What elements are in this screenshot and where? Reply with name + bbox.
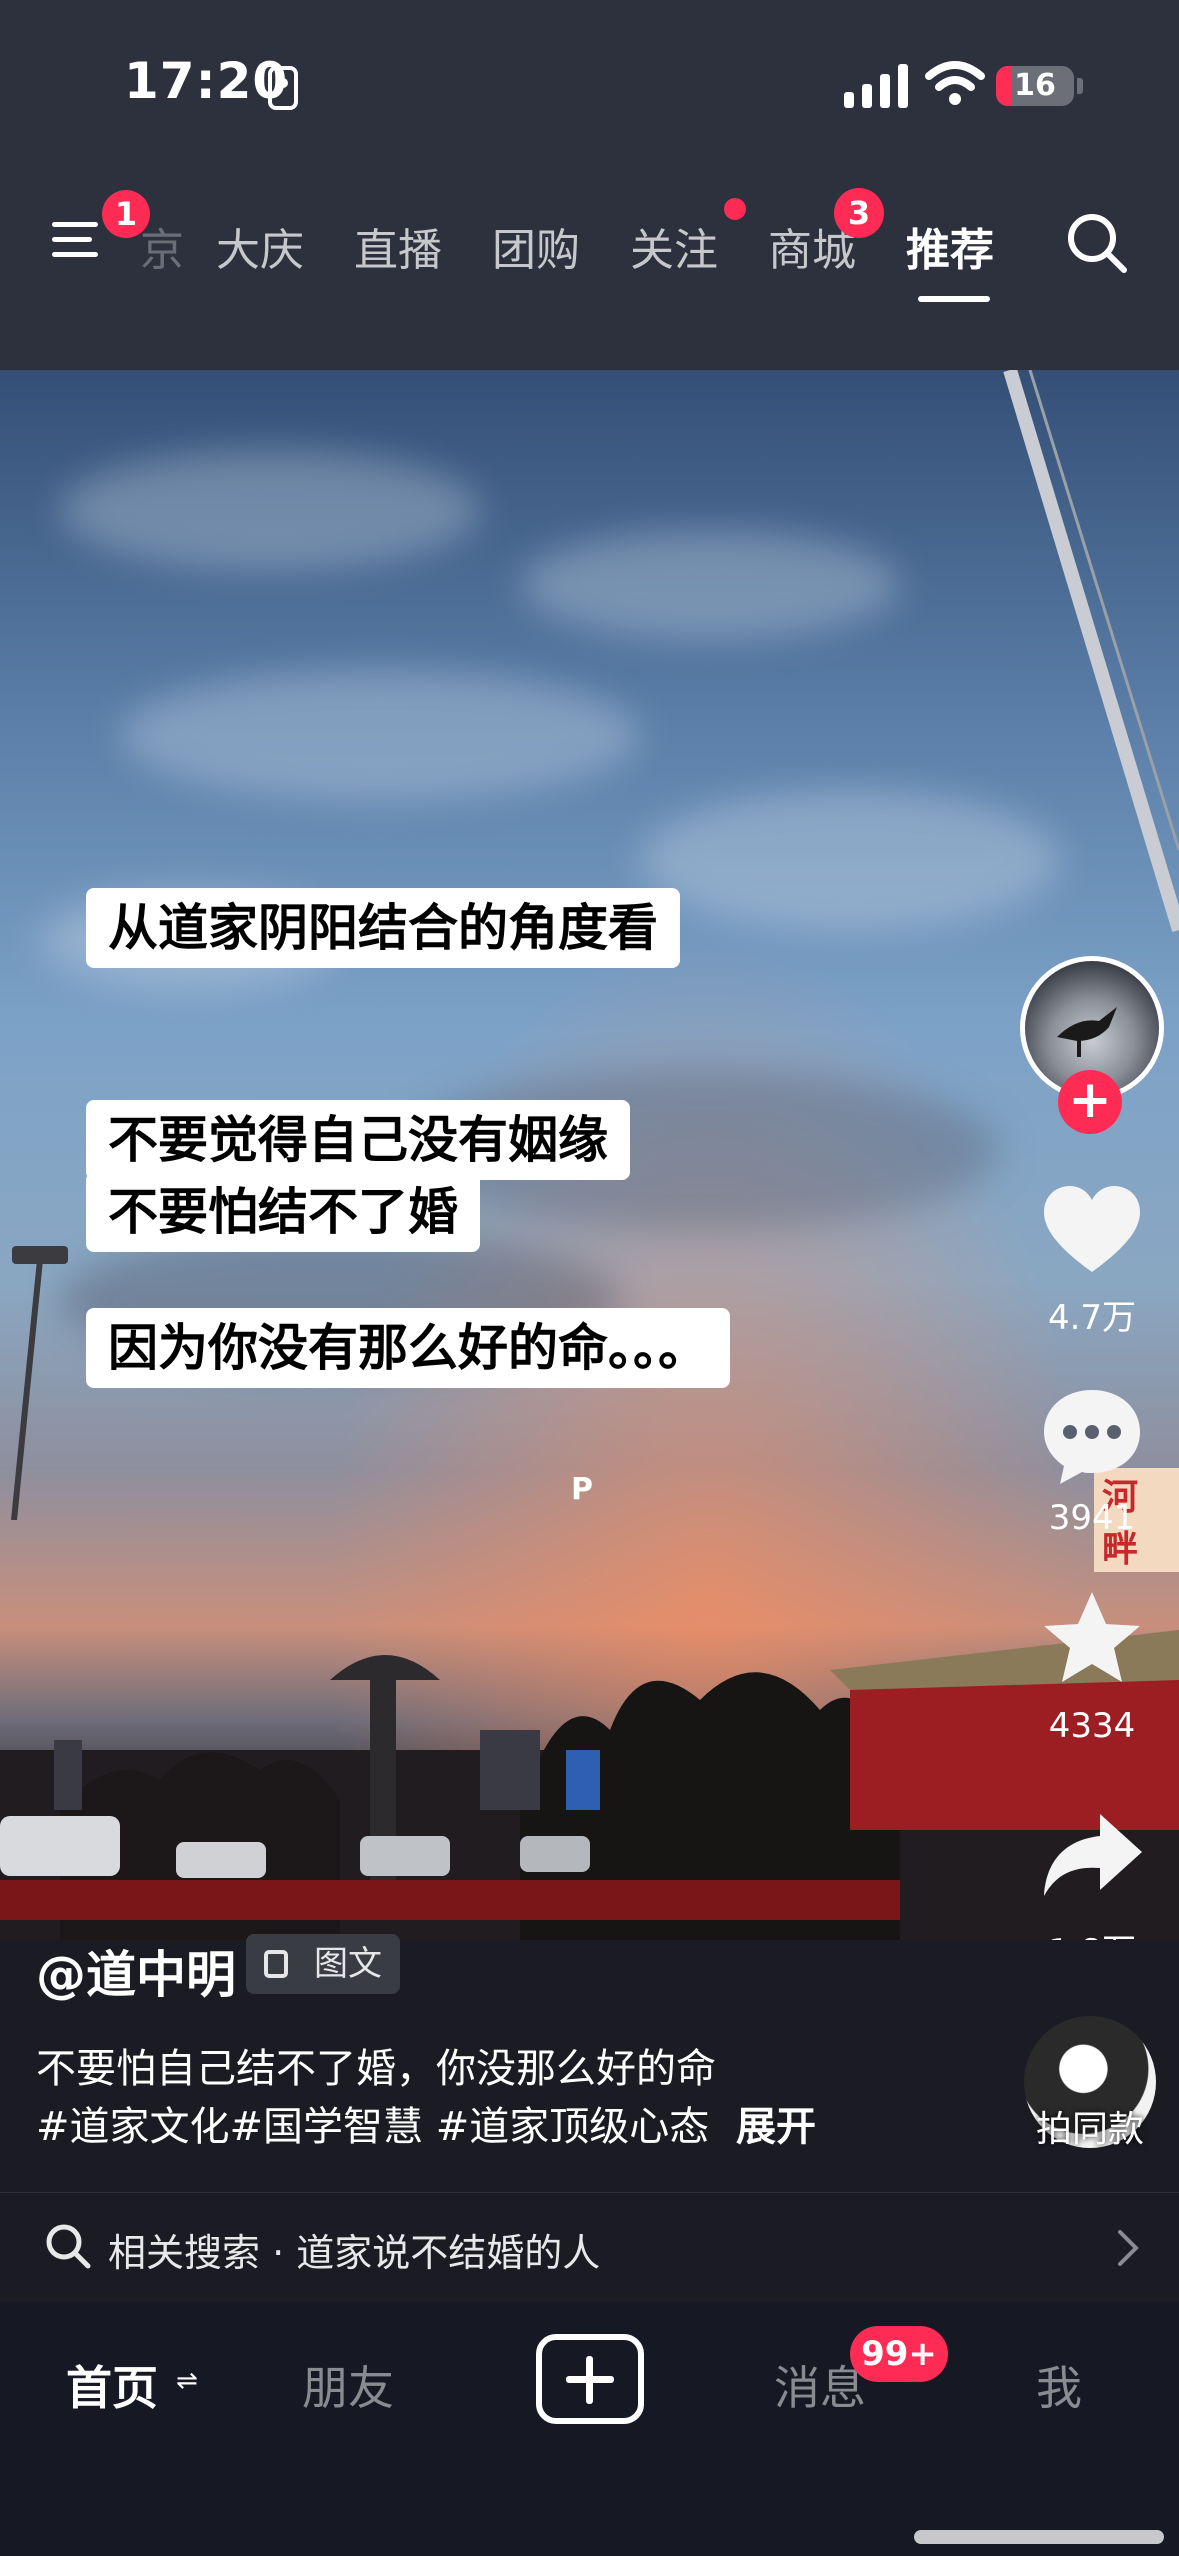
skyline-silhouette (0, 1630, 1179, 1940)
related-search-icon (46, 2224, 91, 2269)
share-arrow-icon[interactable] (1036, 1802, 1148, 1914)
tab-recommend[interactable]: 推荐 (906, 214, 994, 278)
post-hashtags[interactable]: #道家文化#国学智慧 #道家顶级心态 (36, 2104, 709, 2150)
image-text-icon (264, 1950, 288, 1978)
status-time: 17:20 (124, 52, 289, 110)
remix-label[interactable]: 拍同款 (1018, 2100, 1162, 2152)
tab-daqing[interactable]: 大庆 (216, 214, 304, 278)
related-search-text[interactable]: 相关搜索 · 道家说不结婚的人 (108, 2222, 600, 2277)
author-name[interactable]: @道中明 (36, 1935, 236, 2007)
favorite-star-icon[interactable] (1036, 1584, 1148, 1696)
follow-plus-icon[interactable]: + (1058, 1070, 1122, 1134)
parking-sign: P (571, 1472, 593, 1507)
like-heart-icon[interactable] (1036, 1176, 1148, 1288)
battery-indicator: 16 (996, 66, 1074, 106)
menu-icon[interactable] (52, 218, 104, 262)
post-hashtags-line: #道家文化#国学智慧 #道家顶级心态 展开 (36, 2094, 816, 2152)
tab-city-partial[interactable]: 京 (140, 214, 184, 278)
active-tab-indicator (918, 296, 990, 302)
image-text-tag: 图文 (246, 1934, 400, 1994)
tab-group-buy[interactable]: 团购 (492, 214, 580, 278)
create-post-button[interactable] (536, 2334, 644, 2424)
type-tag-label: 图文 (314, 1944, 382, 1984)
search-icon[interactable] (1064, 210, 1130, 276)
following-dot (724, 198, 746, 220)
caption-line-4: 因为你没有那么好的命。。。 (86, 1308, 730, 1388)
comment-count: 3941 (1048, 1498, 1136, 1538)
caption-line-3: 不要怕结不了婚 (86, 1172, 480, 1252)
chevron-right-icon[interactable] (1114, 2228, 1142, 2268)
comment-icon[interactable] (1036, 1380, 1148, 1492)
home-indicator (914, 2530, 1164, 2544)
tab-live[interactable]: 直播 (354, 214, 442, 278)
like-count: 4.7万 (1047, 1298, 1137, 1338)
mall-badge: 3 (834, 188, 884, 238)
expand-button[interactable]: 展开 (736, 2104, 816, 2150)
tab-me[interactable]: 我 (1036, 2352, 1082, 2418)
cellular-signal-icon (844, 64, 908, 108)
messages-badge: 99+ (850, 2326, 948, 2382)
tab-friends[interactable]: 朋友 (302, 2352, 394, 2418)
favorite-count: 4334 (1048, 1706, 1136, 1746)
wifi-icon (925, 61, 985, 105)
tab-following[interactable]: 关注 (630, 214, 718, 278)
street-light-pole (11, 1246, 68, 1520)
post-description: 不要怕自己结不了婚，你没那么好的命 (36, 2046, 716, 2092)
tab-home[interactable]: 首页 (66, 2352, 158, 2418)
battery-level: 16 (1014, 68, 1056, 103)
sim-card-icon (268, 66, 298, 110)
battery-tip (1077, 78, 1083, 94)
caption-line-1: 从道家阴阳结合的角度看 (86, 888, 680, 968)
home-switch-icon[interactable]: ⇌ (176, 2366, 198, 2396)
caption-line-2: 不要觉得自己没有姻缘 (86, 1100, 630, 1180)
